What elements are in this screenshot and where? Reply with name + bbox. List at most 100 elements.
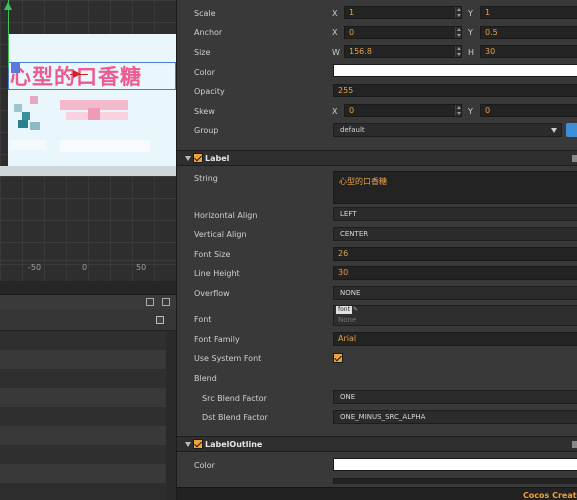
scale-x-input[interactable]: 1 bbox=[344, 6, 462, 19]
vertical-align-value: CENTER bbox=[340, 230, 369, 238]
maximize-icon[interactable] bbox=[162, 298, 170, 306]
string-label: String bbox=[194, 174, 218, 183]
label-enabled-checkbox[interactable] bbox=[193, 153, 203, 163]
use-system-font-label: Use System Font bbox=[194, 354, 262, 363]
use-system-font-checkbox[interactable] bbox=[333, 353, 343, 363]
panel-toolbar bbox=[0, 309, 176, 331]
list-row[interactable] bbox=[0, 369, 166, 388]
anchor-x-value: 0 bbox=[349, 28, 355, 37]
line-height-input[interactable]: 30 bbox=[333, 266, 577, 280]
panel-separator bbox=[0, 281, 176, 295]
ruler-tick: -50 bbox=[28, 263, 42, 272]
anchor-y-input[interactable]: 0.5 bbox=[480, 26, 577, 39]
component-settings-icon[interactable] bbox=[572, 155, 577, 162]
font-size-value: 26 bbox=[338, 249, 349, 258]
anchor-handle[interactable] bbox=[11, 63, 20, 73]
font-size-label: Font Size bbox=[194, 250, 231, 259]
size-w-input[interactable]: 156.8 bbox=[344, 45, 462, 58]
font-label: Font bbox=[194, 315, 212, 324]
skew-x-spinner[interactable] bbox=[455, 105, 461, 116]
blurred-content bbox=[30, 122, 40, 130]
outline-color-swatch[interactable] bbox=[333, 458, 577, 471]
collapse-triangle-icon[interactable] bbox=[185, 156, 191, 161]
horizontal-align-value: LEFT bbox=[340, 210, 357, 218]
group-select[interactable]: default bbox=[333, 123, 562, 137]
list-row[interactable] bbox=[0, 407, 166, 426]
x-arrow-icon[interactable] bbox=[73, 70, 81, 78]
brand-label: Cocos Creator bbox=[522, 491, 577, 500]
opacity-label: Opacity bbox=[194, 87, 225, 96]
size-w-label: W bbox=[332, 48, 340, 57]
color-swatch[interactable] bbox=[333, 64, 577, 77]
panel-scrollbar[interactable] bbox=[166, 331, 176, 500]
panel-menu-icon[interactable] bbox=[156, 316, 164, 324]
size-w-spinner[interactable] bbox=[455, 46, 461, 57]
blurred-content bbox=[30, 96, 38, 104]
scale-y-value: 1 bbox=[485, 8, 491, 17]
status-bar: Cocos Creator bbox=[177, 487, 577, 500]
edit-icon[interactable]: ✎ bbox=[353, 306, 358, 313]
size-h-input[interactable]: 30 bbox=[480, 45, 577, 58]
size-label: Size bbox=[194, 48, 211, 57]
scene-view[interactable]: 心型的口香糖 -50 0 50 bbox=[0, 0, 176, 281]
component-settings-icon[interactable] bbox=[572, 441, 577, 448]
list-row[interactable] bbox=[0, 426, 166, 445]
skew-y-input[interactable]: 0 bbox=[480, 104, 577, 117]
src-blend-factor-select[interactable]: ONE bbox=[333, 390, 577, 404]
line-height-label: Line Height bbox=[194, 269, 240, 278]
color-label: Color bbox=[194, 68, 215, 77]
list-row[interactable] bbox=[0, 331, 166, 350]
y-axis-gizmo[interactable] bbox=[8, 0, 9, 68]
src-blend-factor-value: ONE bbox=[340, 393, 356, 401]
skew-x-input[interactable]: 0 bbox=[344, 104, 462, 117]
list-row[interactable] bbox=[0, 388, 166, 407]
skew-y-value: 0 bbox=[485, 106, 491, 115]
label-component-header[interactable]: Label bbox=[177, 150, 577, 166]
font-size-input[interactable]: 26 bbox=[333, 247, 577, 261]
label-outline-header[interactable]: LabelOutline bbox=[177, 436, 577, 452]
overflow-select[interactable]: NONE bbox=[333, 286, 577, 300]
skew-x-label: X bbox=[332, 107, 338, 116]
dst-blend-factor-value: ONE_MINUS_SRC_ALPHA bbox=[340, 413, 426, 421]
outline-color-label: Color bbox=[194, 461, 215, 470]
skew-y-label: Y bbox=[468, 107, 473, 116]
string-textarea[interactable]: 心型的口香糖 bbox=[333, 171, 577, 204]
popout-icon[interactable] bbox=[146, 298, 154, 306]
horizontal-align-label: Horizontal Align bbox=[194, 211, 258, 220]
font-asset-field[interactable]: font ✎ None bbox=[333, 305, 577, 326]
font-asset-value: None bbox=[338, 316, 357, 324]
outline-width-input[interactable] bbox=[333, 478, 577, 484]
overflow-value: NONE bbox=[340, 289, 361, 297]
scale-y-label: Y bbox=[468, 9, 473, 18]
font-family-label: Font Family bbox=[194, 335, 240, 344]
ruler-tick: 0 bbox=[82, 263, 88, 272]
horizontal-align-select[interactable]: LEFT bbox=[333, 207, 577, 221]
edit-group-button[interactable] bbox=[566, 123, 577, 137]
collapse-triangle-icon[interactable] bbox=[185, 442, 191, 447]
scale-label: Scale bbox=[194, 9, 216, 18]
opacity-input[interactable]: 255 bbox=[333, 84, 577, 97]
anchor-y-value: 0.5 bbox=[485, 28, 498, 37]
label-outline-enabled-checkbox[interactable] bbox=[193, 439, 203, 449]
list-row[interactable] bbox=[0, 464, 166, 483]
selection-box[interactable] bbox=[8, 62, 176, 90]
chevron-down-icon[interactable] bbox=[551, 128, 557, 133]
scale-y-input[interactable]: 1 bbox=[480, 6, 577, 19]
list-row[interactable] bbox=[0, 350, 166, 369]
overflow-label: Overflow bbox=[194, 289, 230, 298]
dst-blend-factor-select[interactable]: ONE_MINUS_SRC_ALPHA bbox=[333, 410, 577, 424]
vertical-align-select[interactable]: CENTER bbox=[333, 227, 577, 241]
blurred-content bbox=[60, 140, 150, 152]
string-value: 心型的口香糖 bbox=[339, 177, 387, 186]
anchor-x-input[interactable]: 0 bbox=[344, 26, 462, 39]
list-row[interactable] bbox=[0, 445, 166, 464]
scale-x-spinner[interactable] bbox=[455, 7, 461, 18]
font-asset-tag: font bbox=[336, 306, 352, 314]
font-family-input[interactable]: Arial bbox=[333, 332, 577, 346]
group-label: Group bbox=[194, 126, 219, 135]
y-arrow-icon[interactable] bbox=[4, 2, 12, 10]
anchor-x-spinner[interactable] bbox=[455, 27, 461, 38]
blurred-content bbox=[22, 112, 30, 120]
vertical-align-label: Vertical Align bbox=[194, 230, 247, 239]
size-h-label: H bbox=[468, 48, 475, 57]
